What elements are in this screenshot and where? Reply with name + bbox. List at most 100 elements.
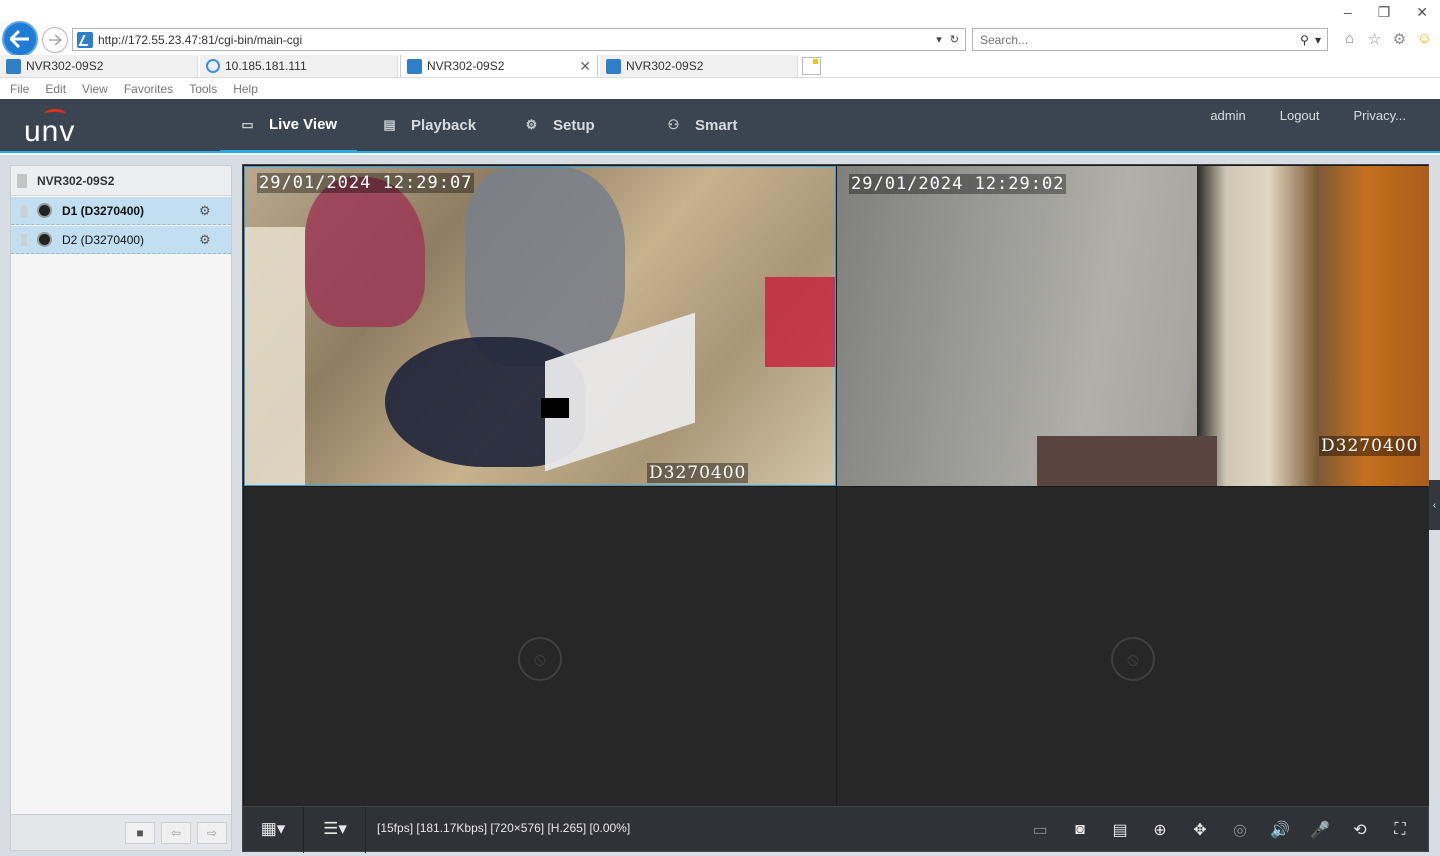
video-pane-4-empty[interactable]: ⦸	[837, 487, 1429, 807]
feedback-smiley-icon[interactable]: ☺	[1415, 29, 1434, 48]
toolbar-divider	[303, 807, 304, 853]
header-links: admin Logout Privacy...	[1210, 108, 1406, 123]
stream-type-button[interactable]: ☰▾	[315, 817, 355, 841]
menu-bar: File Edit View Favorites Tools Help	[0, 79, 1440, 99]
window-controls: – ❐ ✕	[1344, 4, 1428, 21]
nav-live-view[interactable]: ▭ Live View	[220, 99, 358, 153]
search-actions: ⚲ ▾	[1300, 33, 1321, 47]
osd-timestamp: 29/01/2024 12:29:02	[849, 174, 1067, 194]
user-name[interactable]: admin	[1210, 108, 1245, 123]
minimize-icon[interactable]: –	[1344, 4, 1352, 21]
settings-gear-icon[interactable]: ⚙	[1390, 29, 1409, 48]
audio-speaker-icon[interactable]: 🔊	[1268, 818, 1292, 842]
menu-favorites[interactable]: Favorites	[124, 82, 173, 96]
tab-label: 10.185.181.111	[225, 59, 307, 73]
collapse-panel-button[interactable]: ‹	[1429, 480, 1440, 530]
url-text[interactable]: http://172.55.23.47:81/cgi-bin/main-cgi	[98, 33, 936, 47]
logout-link[interactable]: Logout	[1280, 108, 1320, 123]
search-box[interactable]: ⚲ ▾	[972, 28, 1328, 51]
back-button[interactable]	[2, 21, 38, 57]
nav-label: Playback	[411, 116, 477, 134]
close-window-icon[interactable]: ✕	[1416, 4, 1428, 21]
main-area: NVR302-09S2 D1 (D3270400) ⚙ D2 (D3270400…	[0, 155, 1440, 856]
nav-label: Smart	[695, 116, 738, 134]
next-page-button[interactable]: ⇨	[197, 822, 227, 844]
tab-strip: NVR302-09S2 10.185.181.111 NVR302-09S2 ✕…	[0, 55, 1440, 78]
search-dropdown-icon[interactable]: ▾	[1315, 33, 1321, 47]
video-pane-1[interactable]: 29/01/2024 12:29:07 D3270400	[244, 166, 836, 486]
fullscreen-icon[interactable]: ⛶	[1388, 818, 1412, 842]
channel-item-d2[interactable]: D2 (D3270400) ⚙	[11, 226, 231, 254]
tab-label: NVR302-09S2	[626, 59, 704, 73]
home-icon[interactable]: ⌂	[1340, 29, 1359, 48]
microphone-icon[interactable]: 🎤	[1308, 818, 1332, 842]
live-view-toolbar: ▦▾ ☰▾ [15fps] [181.17Kbps] [720×576] [H.…	[242, 806, 1429, 853]
stop-all-button[interactable]: ■	[125, 822, 155, 844]
camera-icon	[37, 232, 52, 247]
local-record-icon[interactable]: ▭	[1028, 818, 1052, 842]
address-bar[interactable]: http://172.55.23.47:81/cgi-bin/main-cgi …	[72, 28, 966, 51]
3d-positioning-icon[interactable]: ⟲	[1348, 818, 1372, 842]
browser-tab-4[interactable]: NVR302-09S2	[600, 55, 798, 77]
unv-favicon-icon	[407, 58, 422, 74]
fisheye-icon[interactable]: ◎	[1228, 818, 1252, 842]
osd-camera-name: D3270400	[1319, 436, 1421, 456]
record-clapper-icon[interactable]: ▤	[1108, 818, 1132, 842]
person-icon: ⚇	[667, 117, 680, 132]
refresh-icon[interactable]: ↻	[950, 33, 959, 46]
search-icon[interactable]: ⚲	[1300, 33, 1309, 47]
menu-file[interactable]: File	[10, 82, 29, 96]
menu-edit[interactable]: Edit	[45, 82, 66, 96]
digital-zoom-icon[interactable]: ⊕	[1148, 818, 1172, 842]
toolbar-actions: ▭ ◙ ▤ ⊕ ✥ ◎ 🔊 🎤 ⟲ ⛶	[1028, 818, 1412, 842]
monitor-icon: ▭	[241, 116, 254, 132]
favorites-star-icon[interactable]: ☆	[1365, 29, 1384, 48]
logo-text: unv	[24, 115, 76, 148]
camera-icon	[37, 203, 52, 218]
no-camera-icon: ⦸	[1111, 637, 1155, 681]
channel-label: D2 (D3270400)	[62, 232, 145, 247]
search-input[interactable]	[980, 32, 1301, 47]
camera-settings-icon[interactable]: ⚙	[199, 203, 217, 218]
browser-tab-1[interactable]: NVR302-09S2	[0, 55, 198, 77]
nav-label: Live View	[269, 116, 338, 133]
prev-page-button[interactable]: ⇦	[161, 822, 191, 844]
device-root-node[interactable]: NVR302-09S2	[11, 166, 231, 196]
ptz-control-icon[interactable]: ✥	[1188, 818, 1212, 842]
menu-view[interactable]: View	[82, 82, 108, 96]
menu-help[interactable]: Help	[233, 82, 258, 96]
channel-item-d1[interactable]: D1 (D3270400) ⚙	[11, 197, 231, 225]
ie-favicon-icon	[206, 59, 220, 73]
arrow-right-icon	[49, 34, 62, 46]
new-tab-button[interactable]	[802, 57, 821, 75]
site-favicon-icon	[77, 31, 93, 48]
close-tab-icon[interactable]: ✕	[579, 58, 591, 75]
video-grid: 29/01/2024 12:29:07 D3270400 29/01/2024 …	[242, 164, 1429, 807]
browser-tab-2[interactable]: 10.185.181.111	[200, 55, 398, 77]
nav-playback[interactable]: ▤ Playback	[362, 99, 496, 151]
film-icon: ▤	[383, 117, 396, 132]
device-name: NVR302-09S2	[37, 173, 115, 188]
tab-label: NVR302-09S2	[427, 59, 505, 73]
forward-button[interactable]	[42, 27, 68, 53]
tab-label: NVR302-09S2	[26, 59, 104, 73]
device-tree-panel: NVR302-09S2 D1 (D3270400) ⚙ D2 (D3270400…	[10, 165, 232, 851]
restore-icon[interactable]: ❐	[1378, 4, 1391, 21]
unv-logo: unv	[24, 109, 88, 148]
nvr-device-icon	[17, 173, 27, 188]
snapshot-camera-icon[interactable]: ◙	[1068, 818, 1092, 842]
tree-handle	[21, 233, 27, 246]
privacy-link[interactable]: Privacy...	[1354, 108, 1407, 123]
camera-settings-icon[interactable]: ⚙	[199, 232, 217, 247]
nav-setup[interactable]: ⚙ Setup	[504, 99, 615, 151]
dropdown-arrow-icon[interactable]: ▾	[936, 33, 942, 46]
gear-icon: ⚙	[525, 117, 538, 132]
screen-layout-button[interactable]: ▦▾	[255, 817, 291, 841]
menu-tools[interactable]: Tools	[189, 82, 217, 96]
video-pane-3-empty[interactable]: ⦸	[244, 487, 836, 807]
browser-tab-3-active[interactable]: NVR302-09S2 ✕	[400, 55, 598, 77]
video-pane-2[interactable]: 29/01/2024 12:29:02 D3270400	[837, 166, 1429, 486]
nav-smart[interactable]: ⚇ Smart	[646, 99, 758, 151]
stream-info: [15fps] [181.17Kbps] [720×576] [H.265] […	[377, 821, 631, 835]
toolbar-divider	[365, 807, 366, 853]
